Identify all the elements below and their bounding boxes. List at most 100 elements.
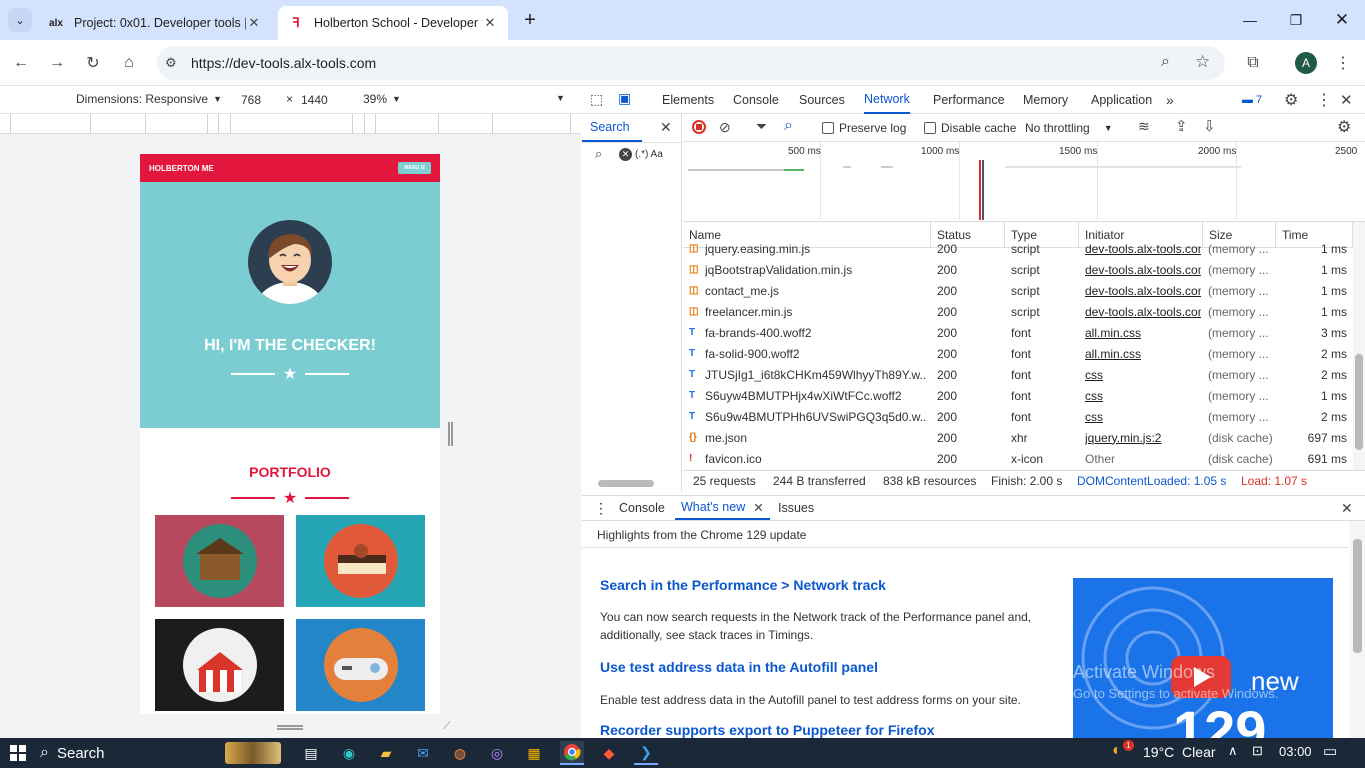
resize-handle-right[interactable] — [448, 422, 453, 446]
cell-initiator[interactable]: css — [1085, 406, 1201, 427]
import-har-icon[interactable]: ⇪ — [1175, 117, 1188, 135]
filter-icon[interactable]: ⏷ — [756, 118, 767, 135]
devtools-menu-icon[interactable]: ⋮ — [1316, 90, 1332, 110]
firefox-icon[interactable]: ◍ — [448, 741, 472, 765]
drawer-menu-icon[interactable]: ⋮ — [594, 500, 608, 517]
task-view-icon[interactable]: ▤ — [299, 741, 323, 765]
close-icon[interactable]: ✕ — [753, 500, 763, 515]
table-row[interactable]: T S6uyw4BMUTPHjx4wXiWtFCc.woff2 200 font css… — [683, 385, 1353, 406]
chrome-icon[interactable] — [560, 741, 584, 765]
export-har-icon[interactable]: ⇩ — [1203, 117, 1216, 135]
table-row[interactable]: Tfa-brands-400.woff2 200 font all.min.css (m… — [683, 322, 1353, 343]
resize-corner-icon[interactable]: ⟋ — [443, 720, 451, 733]
cell-initiator[interactable]: all.min.css — [1085, 343, 1201, 364]
table-row[interactable]: ◫ contact_me.js 200 script dev-tools.alx-too… — [683, 280, 1353, 301]
regex-case-options[interactable]: (.*) Aa — [635, 149, 663, 160]
feature-title-link[interactable]: Search in the Performance > Network trac… — [600, 577, 886, 593]
drawer-tab-issues[interactable]: Issues — [778, 496, 814, 520]
settings-gear-icon[interactable]: ⚙ — [1284, 90, 1298, 110]
record-stop-icon[interactable] — [692, 120, 706, 134]
tab-network[interactable]: Network — [864, 86, 910, 114]
dimensions-select[interactable]: Dimensions: Responsive ▼ — [76, 92, 222, 106]
vscode-icon[interactable]: ❯ — [634, 741, 658, 765]
tab-console[interactable]: Console — [733, 86, 779, 114]
preserve-log-checkbox[interactable]: Preserve log — [822, 121, 906, 135]
tab-sources[interactable]: Sources — [799, 86, 845, 114]
height-input[interactable]: 1440 — [296, 91, 342, 109]
address-bar[interactable]: ⚙ https://dev-tools.alx-tools.com ⌕ ☆ — [157, 46, 1225, 80]
network-conditions-icon[interactable]: ≋ — [1138, 118, 1150, 135]
zoom-icon[interactable]: ⌕ — [1161, 53, 1170, 71]
vertical-scrollbar[interactable] — [1353, 222, 1365, 470]
notification-icon[interactable]: ▭ — [1323, 742, 1337, 760]
cell-initiator[interactable]: css — [1085, 385, 1201, 406]
portfolio-item-game[interactable] — [296, 619, 425, 711]
table-row[interactable]: ◫ jqBootstrapValidation.min.js 200 script de… — [683, 259, 1353, 280]
cell-initiator[interactable]: dev-tools.alx-tools.com — [1085, 259, 1201, 280]
menu-button[interactable]: MENU ☰ — [398, 162, 431, 174]
drawer-tab-console[interactable]: Console — [619, 496, 665, 520]
device-toggle-icon[interactable]: ▣ — [618, 90, 631, 107]
tab-performance[interactable]: Performance — [933, 86, 1005, 114]
table-row[interactable]: T JTUSjIg1_i6t8kCHKm459WlhyyTh89Y.w... 200… — [683, 364, 1353, 385]
checkbox[interactable] — [924, 122, 936, 134]
reload-icon[interactable]: ↻ — [80, 50, 106, 76]
close-devtools-icon[interactable]: ✕ — [1340, 91, 1353, 109]
search-tab[interactable]: Search — [590, 120, 630, 134]
portfolio-item-cabin[interactable] — [155, 515, 284, 607]
table-row[interactable]: Tfa-solid-900.woff2 200 font all.min.css (me… — [683, 343, 1353, 364]
cell-initiator[interactable]: all.min.css — [1085, 322, 1201, 343]
mail-icon[interactable]: ✉ — [411, 741, 435, 765]
width-input[interactable]: 768 — [236, 91, 282, 109]
resize-handle-bottom[interactable] — [277, 725, 303, 730]
more-tabs-icon[interactable]: » — [1166, 86, 1174, 114]
chevron-up-icon[interactable]: ∧ — [1228, 743, 1238, 759]
portfolio-item-cake[interactable] — [296, 515, 425, 607]
weather-text[interactable]: 19°C Clear — [1143, 744, 1216, 760]
back-icon[interactable]: ← — [8, 50, 34, 76]
cell-initiator[interactable]: dev-tools.alx-tools.com — [1085, 301, 1201, 322]
checkbox[interactable] — [822, 122, 834, 134]
bookmark-star-icon[interactable]: ☆ — [1195, 52, 1210, 72]
zoom-select[interactable]: 39% ▼ — [363, 92, 401, 106]
clear-icon[interactable]: ⊘ — [719, 119, 731, 136]
site-info-icon[interactable]: ⚙ — [165, 55, 177, 71]
menu-icon[interactable]: ⋮ — [1330, 50, 1356, 76]
tab-search-button[interactable]: ⌄ — [8, 8, 32, 32]
url-text[interactable]: https://dev-tools.alx-tools.com — [191, 55, 376, 71]
tab-holberton[interactable]: ꟻ Holberton School - Developer t ✕ — [278, 6, 508, 40]
throttling-select[interactable]: No throttling ▼ — [1025, 121, 1113, 135]
weather-icon[interactable]: ◐ — [1112, 742, 1122, 760]
clear-search-icon[interactable]: ✕ — [619, 148, 632, 161]
feature-title-link[interactable]: Recorder supports export to Puppeteer fo… — [600, 722, 935, 738]
portfolio-item-circus[interactable] — [155, 619, 284, 711]
cell-initiator[interactable]: jquery.min.js:2 — [1085, 427, 1201, 448]
clock[interactable]: 03:00 — [1279, 744, 1312, 759]
forward-icon[interactable]: → — [44, 50, 70, 76]
brave-icon[interactable]: ◆ — [597, 741, 621, 765]
search-icon[interactable]: ⌕ — [784, 117, 793, 135]
disable-cache-checkbox[interactable]: Disable cache — [924, 121, 1016, 135]
extensions-icon[interactable]: ⧉ — [1240, 50, 1266, 76]
whats-new-video-thumbnail[interactable]: new 129 Activate Windows Go to Settings … — [1073, 578, 1333, 738]
windows-start-icon[interactable] — [6, 741, 30, 765]
tab-project[interactable]: alx Project: 0x01. Developer tools | ✕ — [38, 6, 272, 40]
restore-button[interactable]: ❐ — [1273, 0, 1319, 40]
close-icon[interactable]: ✕ — [246, 15, 262, 31]
network-settings-gear-icon[interactable]: ⚙ — [1337, 117, 1351, 137]
close-window-button[interactable]: ✕ — [1319, 0, 1365, 40]
minimize-button[interactable]: — — [1227, 0, 1273, 40]
avatar[interactable]: A — [1295, 52, 1317, 74]
close-drawer-icon[interactable]: ✕ — [1341, 500, 1353, 517]
site-brand[interactable]: HOLBERTON ME — [149, 164, 214, 173]
drawer-scrollbar[interactable] — [1350, 521, 1365, 738]
drawer-tab-whats-new[interactable]: What's new ✕ — [675, 496, 770, 520]
table-row[interactable]: ◫ jquery.easing.min.js 200 script dev-tools.… — [683, 238, 1353, 259]
table-row[interactable]: ! favicon.ico 200 x-icon Other (disk cache) 69… — [683, 448, 1353, 469]
cell-initiator[interactable]: dev-tools.alx-tools.com — [1085, 280, 1201, 301]
issues-counter[interactable]: ▬ 7 — [1242, 94, 1262, 106]
close-icon[interactable]: ✕ — [482, 15, 498, 31]
feature-title-link[interactable]: Use test address data in the Autofill pa… — [600, 659, 878, 675]
new-tab-button[interactable]: + — [518, 8, 542, 32]
tab-memory[interactable]: Memory — [1023, 86, 1068, 114]
